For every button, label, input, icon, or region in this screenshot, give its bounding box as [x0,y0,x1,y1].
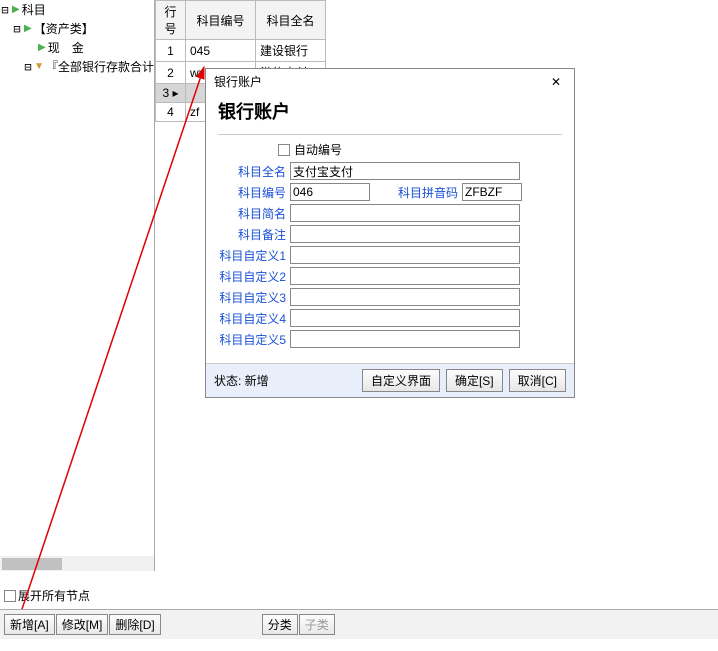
input-custom3[interactable] [290,288,520,306]
input-custom4[interactable] [290,309,520,327]
tree-label: 现 金 [48,39,84,56]
input-code[interactable] [290,183,370,201]
tree-node-asset[interactable]: ⊟ ▶ 【资产类】 [12,19,154,38]
label-code: 科目编号 [218,184,286,201]
tree-node-cash[interactable]: ▶ 现 金 [36,38,154,57]
input-remark[interactable] [290,225,520,243]
expand-all-row: 展开所有节点 [4,587,90,604]
bottom-toolbar: 新增[A] 修改[M] 删除[D] 分类 子类 [0,609,718,639]
play-icon: ▶ [12,4,20,15]
label-custom3: 科目自定义3 [218,289,286,306]
tree-node-root[interactable]: ⊟ ▶ 科目 [0,0,154,19]
delete-button[interactable]: 删除[D] [109,614,160,635]
col-code: 科目编号 [186,1,256,40]
ok-button[interactable]: 确定[S] [446,369,503,392]
auto-number-checkbox[interactable] [278,144,290,156]
tree-collapse-icon[interactable]: ⊟ [0,3,10,17]
label-fullname: 科目全名 [218,163,286,180]
category-button[interactable]: 分类 [262,614,298,635]
input-shortname[interactable] [290,204,520,222]
tree-collapse-icon[interactable]: ⊟ [24,60,32,74]
input-custom1[interactable] [290,246,520,264]
play-icon: ▶ [24,23,32,34]
auto-numbering-row: 自动编号 [278,141,562,158]
tree-label: 【资产类】 [34,20,94,37]
tree-collapse-icon[interactable]: ⊟ [12,22,22,36]
input-pinyin[interactable] [462,183,522,201]
add-button[interactable]: 新增[A] [4,614,55,635]
flag-icon: ▼ [34,61,44,72]
subject-tree-panel: ⊟ ▶ 科目 ⊟ ▶ 【资产类】 ▶ 现 金 ⊟ ▼ 『全部银行存款合计 [0,0,155,571]
custom-ui-button[interactable]: 自定义界面 [362,369,440,392]
label-custom4: 科目自定义4 [218,310,286,327]
input-custom5[interactable] [290,330,520,348]
tree-label: 科目 [22,1,46,18]
expand-all-checkbox[interactable] [4,590,16,602]
dialog-header: 银行账户 [206,94,574,134]
auto-number-label: 自动编号 [294,141,342,158]
table-row[interactable]: 1 045 建设银行 [156,40,326,62]
subcategory-button: 子类 [299,614,335,635]
cancel-button[interactable]: 取消[C] [509,369,566,392]
play-icon: ▶ [38,42,46,53]
bank-account-dialog: 银行账户 ✕ 银行账户 自动编号 科目全名 科目编号 科目拼音码 科目简名 科目… [205,68,575,398]
close-icon[interactable]: ✕ [546,75,566,89]
label-custom1: 科目自定义1 [218,247,286,264]
label-custom5: 科目自定义5 [218,331,286,348]
col-name: 科目全名 [256,1,326,40]
scrollbar-thumb[interactable] [2,558,62,570]
edit-button[interactable]: 修改[M] [56,614,109,635]
label-pinyin: 科目拼音码 [398,184,458,201]
dialog-status: 状态: 新增 [214,372,356,389]
cell-rownum: 2 [156,62,186,84]
col-rownum: 行号 [156,1,186,40]
cell-rownum: 4 [156,103,186,122]
dialog-title-bar: 银行账户 ✕ [206,69,574,94]
label-custom2: 科目自定义2 [218,268,286,285]
tree-node-bank[interactable]: ⊟ ▼ 『全部银行存款合计 [24,57,154,76]
dialog-footer: 状态: 新增 自定义界面 确定[S] 取消[C] [206,363,574,397]
cell-rownum: 3 ▸ [156,84,186,103]
input-fullname[interactable] [290,162,520,180]
label-remark: 科目备注 [218,226,286,243]
expand-all-label: 展开所有节点 [18,587,90,604]
horizontal-scrollbar[interactable] [0,556,155,571]
cell-name: 建设银行 [256,40,326,62]
cell-rownum: 1 [156,40,186,62]
dialog-title-text: 银行账户 [214,73,262,90]
tree-label: 『全部银行存款合计 [46,58,154,75]
input-custom2[interactable] [290,267,520,285]
label-shortname: 科目简名 [218,205,286,222]
dialog-body: 自动编号 科目全名 科目编号 科目拼音码 科目简名 科目备注 科目自定义1 [206,134,574,363]
cell-code: 045 [186,40,256,62]
